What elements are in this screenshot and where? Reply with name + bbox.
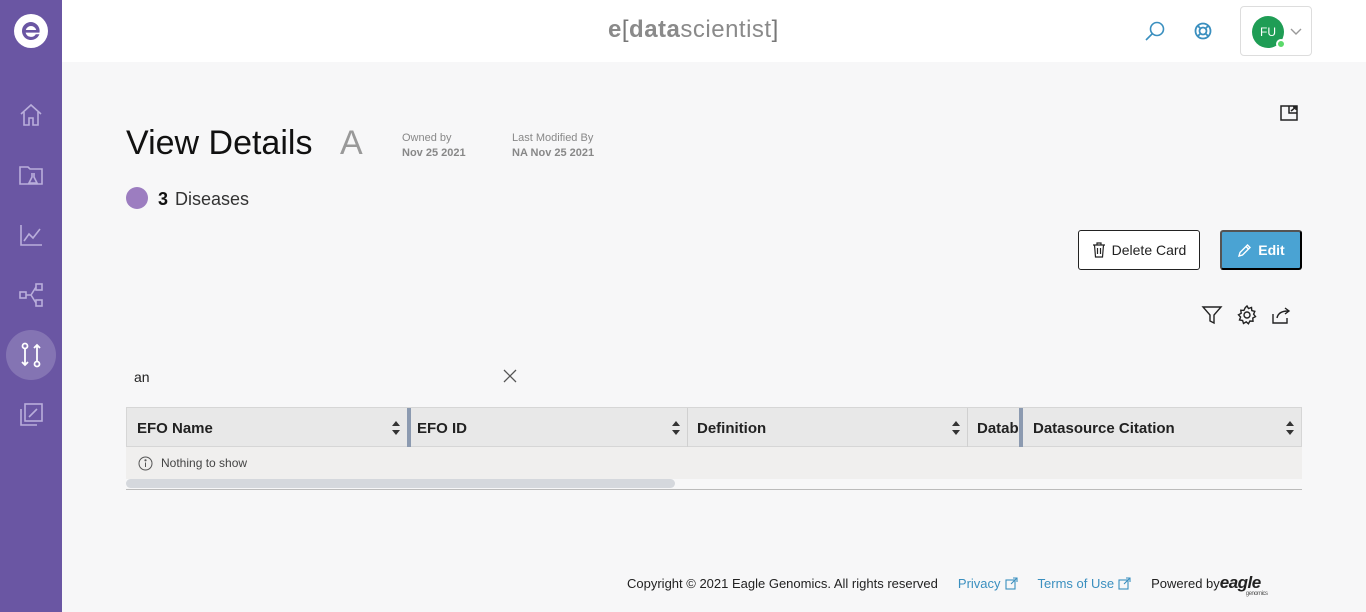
share-export-icon[interactable] — [1269, 303, 1293, 327]
external-link-icon — [1004, 576, 1018, 590]
eagle-genomics-logo: eagle genomics — [1219, 573, 1268, 597]
gear-icon[interactable] — [1235, 303, 1259, 327]
edit-button[interactable]: Edit — [1220, 230, 1302, 270]
sidebar-item-network[interactable] — [6, 270, 56, 320]
sort-icon[interactable] — [391, 420, 401, 436]
sidebar-item-compare[interactable] — [6, 330, 56, 380]
column-header-efo-name[interactable]: EFO Name — [127, 408, 407, 448]
brand-logo: e[datascientist] — [608, 16, 779, 43]
stack-icon — [20, 403, 43, 426]
network-icon — [19, 283, 43, 307]
sort-icon[interactable] — [671, 420, 681, 436]
table-search-input[interactable] — [126, 362, 526, 392]
filter-icon[interactable] — [1200, 303, 1224, 327]
sidebar-item-collections[interactable] — [6, 390, 56, 440]
footer: Copyright © 2021 Eagle Genomics. All rig… — [627, 573, 1268, 597]
sidebar-item-analytics[interactable] — [6, 210, 56, 260]
last-modified-value: NA Nov 25 2021 — [512, 147, 595, 159]
copyright-text: Copyright © 2021 Eagle Genomics. All rig… — [627, 575, 938, 591]
sidebar-item-home[interactable] — [6, 90, 56, 140]
column-header-efo-id[interactable]: EFO ID — [407, 408, 687, 448]
delete-card-button[interactable]: Delete Card — [1078, 230, 1200, 270]
line-chart-icon — [20, 225, 42, 246]
info-icon — [138, 456, 153, 470]
column-header-database[interactable]: Datab — [967, 408, 1019, 448]
sort-icon[interactable] — [1285, 420, 1295, 436]
disease-count: 3 — [158, 189, 169, 209]
close-icon[interactable] — [502, 368, 518, 384]
sort-icon[interactable] — [951, 420, 961, 436]
sidebar-item-data-explorer[interactable] — [6, 150, 56, 200]
diseases-table: EFO Name EFO ID Definition Datab Datasou… — [126, 407, 1302, 490]
table-bottom-border — [126, 489, 1302, 490]
user-menu-button[interactable]: FU — [1240, 6, 1312, 56]
last-modified-label: Last Modified By — [512, 132, 594, 144]
privacy-link[interactable]: Privacy — [958, 576, 1018, 591]
powered-by-text: Powered by — [1151, 575, 1220, 591]
expand-panel-icon[interactable] — [1278, 102, 1300, 124]
table-header: EFO Name EFO ID Definition Datab Datasou… — [126, 407, 1302, 448]
pencil-icon — [1238, 243, 1252, 257]
trash-icon — [1092, 242, 1105, 258]
sidebar — [0, 0, 62, 612]
horizontal-scrollbar[interactable] — [126, 479, 675, 488]
owned-by-value: Nov 25 2021 — [402, 147, 466, 159]
top-header: e[datascientist] FU — [62, 0, 1366, 62]
app-logo-icon[interactable] — [14, 14, 48, 48]
search-icon[interactable] — [1142, 18, 1168, 44]
record-initial: A — [340, 124, 363, 162]
column-header-definition[interactable]: Definition — [687, 408, 967, 448]
terms-of-use-link[interactable]: Terms of Use — [1038, 576, 1132, 591]
online-status-dot — [1276, 39, 1286, 49]
empty-table-row: Nothing to show — [126, 447, 1302, 479]
column-header-datasource-citation[interactable]: Datasource Citation — [1023, 408, 1301, 448]
empty-message: Nothing to show — [161, 456, 248, 470]
disease-label: Diseases — [175, 189, 250, 209]
disease-type-dot — [126, 187, 148, 209]
home-icon — [20, 103, 42, 126]
folder-flask-icon — [19, 166, 43, 185]
page-title: View Details — [126, 124, 313, 162]
chevron-down-icon — [1290, 28, 1302, 35]
compare-arrows-icon — [21, 342, 41, 368]
owned-by-label: Owned by — [402, 132, 452, 144]
external-link-icon — [1118, 576, 1131, 590]
help-lifebuoy-icon[interactable] — [1190, 18, 1216, 44]
